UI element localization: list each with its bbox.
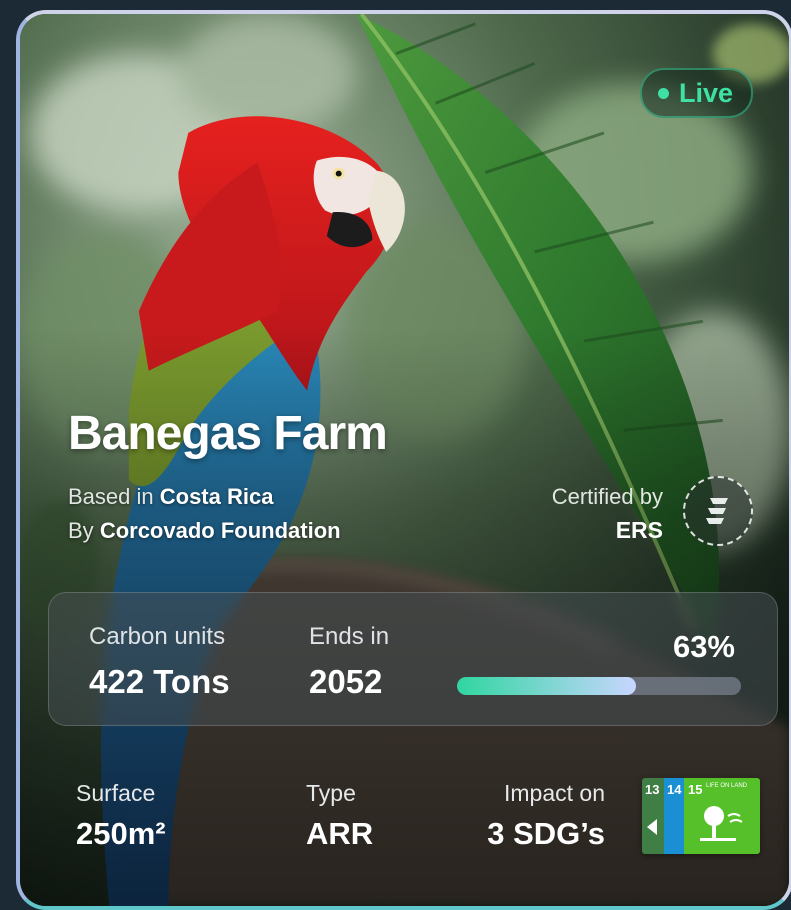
ers-mark-icon xyxy=(706,498,728,524)
project-organization: By Corcovado Foundation xyxy=(68,518,341,544)
sdg-15-icon: 15 LIFE ON LAND xyxy=(684,778,760,854)
live-dot-icon xyxy=(657,87,669,99)
organization-name[interactable]: Corcovado Foundation xyxy=(100,518,341,543)
sdg-13-number: 13 xyxy=(645,782,660,797)
type-value: ARR xyxy=(306,816,374,851)
tree-icon xyxy=(700,806,743,841)
sdg-icons[interactable]: 13 14 15 LIFE ON LAND xyxy=(642,778,760,854)
organization-prefix: By xyxy=(68,518,94,543)
progress-bar-fill xyxy=(457,677,636,695)
impact-value: 3 SDG’s xyxy=(487,816,605,851)
project-card[interactable]: Live Banegas Farm Based in Costa Rica By… xyxy=(16,10,791,910)
sdg-15-caption: LIFE ON LAND xyxy=(706,783,748,789)
carbon-units-value: 422 Tons xyxy=(89,663,230,700)
carbon-units-label: Carbon units xyxy=(89,623,226,650)
live-status-badge: Live xyxy=(639,68,753,118)
location-prefix: Based in xyxy=(68,484,154,509)
sdg-13-eye-icon xyxy=(647,819,657,835)
certified-by-label: Certified by xyxy=(551,484,663,509)
location-country: Costa Rica xyxy=(159,484,274,509)
type-label: Type xyxy=(306,780,356,806)
ers-logo-icon[interactable] xyxy=(683,476,753,546)
progress-percent: 63% xyxy=(672,629,735,664)
sdg-14-icon: 14 xyxy=(664,778,684,854)
surface-label: Surface xyxy=(76,780,156,806)
ends-in-label: Ends in xyxy=(309,623,390,650)
stats-panel: Carbon units 422 Tons Ends in 2052 63% xyxy=(48,592,778,726)
sdg-13-icon: 13 xyxy=(642,778,664,854)
surface-value: 250m² xyxy=(76,816,166,851)
live-status-label: Live xyxy=(678,77,733,108)
certifier-name: ERS xyxy=(615,517,663,543)
project-title: Banegas Farm xyxy=(68,407,388,460)
project-location: Based in Costa Rica xyxy=(68,484,273,510)
sdg-15-number: 15 xyxy=(688,782,703,797)
impact-label: Impact on xyxy=(504,780,605,806)
progress-bar xyxy=(457,677,741,695)
ends-in-value: 2052 xyxy=(309,663,383,700)
sdg-14-number: 14 xyxy=(667,782,682,797)
